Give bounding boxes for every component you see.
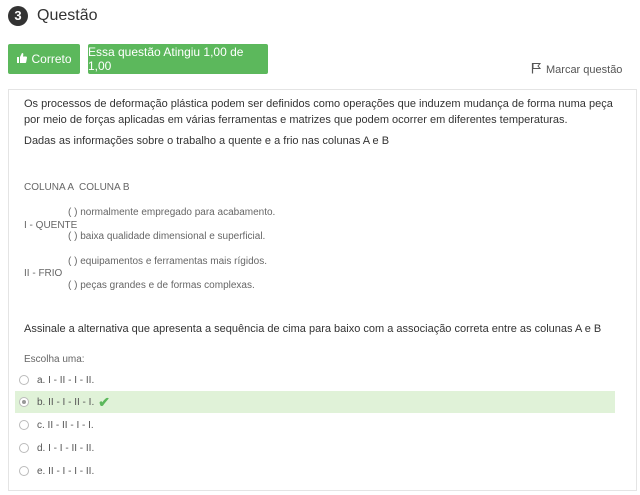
question-panel: Os processos de deformação plástica pode… — [8, 89, 637, 491]
question-number-badge: 3 — [8, 6, 28, 26]
thumbs-up-icon — [16, 52, 28, 67]
columns-header: COLUNA A COLUNA B — [24, 182, 130, 193]
radio-a[interactable] — [19, 375, 29, 385]
question-intro: Os processos de deformação plástica pode… — [24, 98, 613, 126]
col-a-item-2: II - FRIO — [24, 268, 63, 279]
answer-option-d[interactable]: d. I - I - II - II. — [15, 437, 615, 459]
flag-label[interactable]: Marcar questão — [546, 64, 622, 76]
checkmark-icon: ✔ — [98, 393, 110, 410]
choose-label: Escolha uma: — [24, 354, 85, 365]
radio-d[interactable] — [19, 443, 29, 453]
correct-status-button: Correto — [8, 44, 80, 74]
option-label: b. II - I - II - I. — [37, 396, 95, 408]
flag-question-link[interactable]: Marcar questão — [531, 62, 622, 77]
col-b-item-3: ( ) equipamentos e ferramentas mais rígi… — [68, 256, 267, 267]
answer-option-e[interactable]: e. II - I - I - II. — [15, 460, 615, 482]
radio-b[interactable] — [19, 397, 29, 407]
question-title: Questão — [37, 7, 98, 24]
question-prompt: Assinale a alternativa que apresenta a s… — [24, 323, 602, 335]
option-label: a. I - II - I - II. — [37, 374, 95, 386]
grade-label: Essa questão Atingiu 1,00 de 1,00 — [88, 45, 244, 73]
flag-icon — [531, 62, 542, 77]
radio-e[interactable] — [19, 466, 29, 476]
col-b-item-2: ( ) baixa qualidade dimensional e superf… — [68, 231, 266, 242]
correct-label: Correto — [31, 52, 72, 66]
answer-option-c[interactable]: c. II - II - I - I. — [15, 414, 615, 436]
option-label: d. I - I - II - II. — [37, 442, 95, 454]
option-label: e. II - I - I - II. — [37, 465, 95, 477]
grade-badge: Essa questão Atingiu 1,00 de 1,00 — [88, 44, 268, 74]
col-b-item-1: ( ) normalmente empregado para acabament… — [68, 207, 276, 218]
radio-c[interactable] — [19, 420, 29, 430]
answer-option-b[interactable]: b. II - I - II - I. ✔ — [15, 391, 615, 413]
answer-option-a[interactable]: a. I - II - I - II. — [15, 369, 615, 391]
col-b-item-4: ( ) peças grandes e de formas complexas. — [68, 280, 255, 291]
question-given: Dadas as informações sobre o trabalho a … — [24, 135, 390, 147]
option-label: c. II - II - I - I. — [37, 419, 94, 431]
